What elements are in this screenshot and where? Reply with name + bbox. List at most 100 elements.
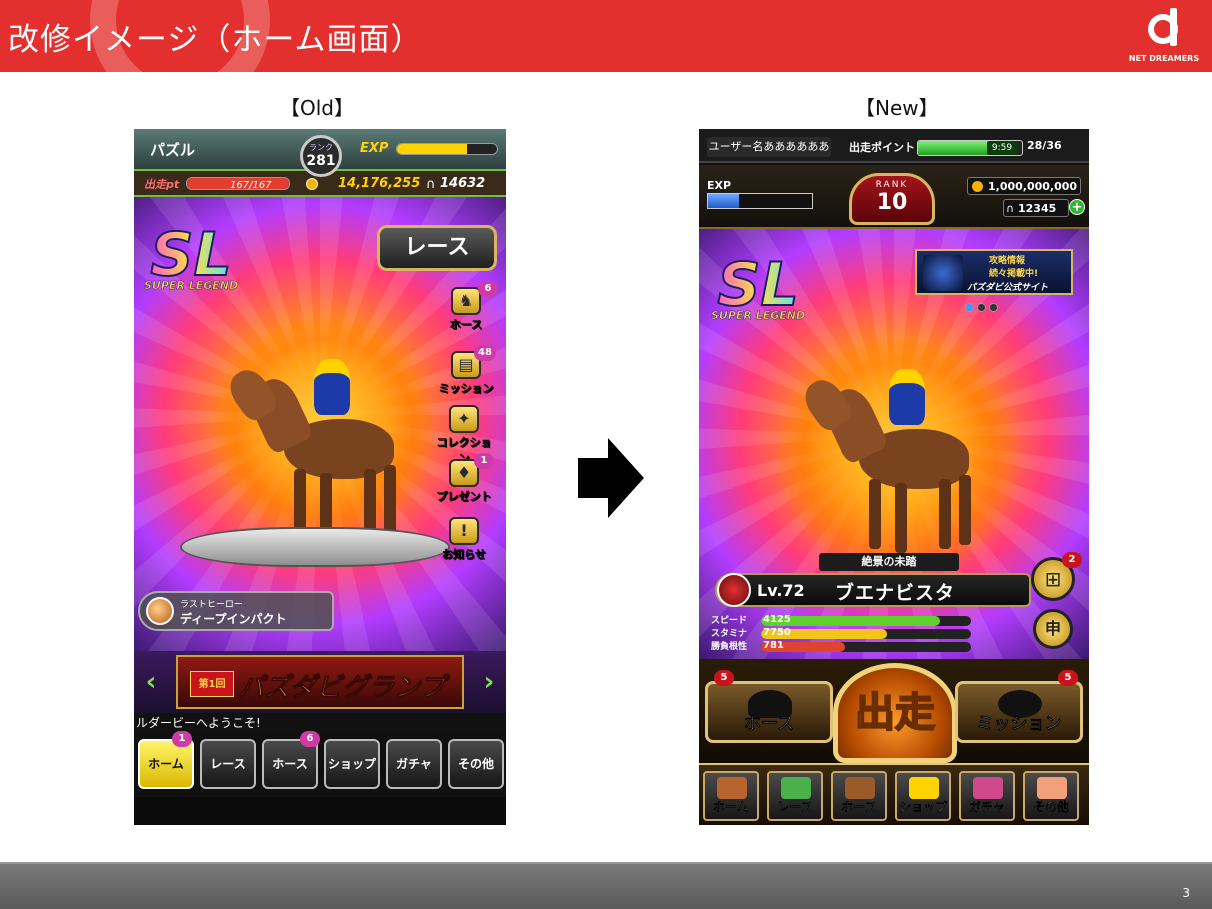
horse-name: ブエナビスタ	[835, 582, 956, 604]
old-horse-illustration	[222, 359, 424, 549]
old-present-button[interactable]: ♦ プレゼント 1	[432, 453, 496, 504]
old-tab-horse[interactable]: ホース 6	[262, 731, 320, 789]
stat-label: スタミナ	[711, 629, 748, 639]
horse-icon	[845, 777, 875, 799]
last-hero-name: ディープインパクト	[180, 612, 287, 626]
mission-button-badge: 5	[1058, 670, 1078, 686]
present-button[interactable]: ⊞ 2	[1031, 552, 1082, 601]
old-tab-shop[interactable]: ショップ	[324, 739, 380, 789]
new-horseshoe-box: ∩ 12345	[1003, 199, 1069, 217]
new-logo-sub: SUPER LEGEND	[711, 309, 806, 323]
pager-dot[interactable]	[965, 303, 974, 312]
old-home-screen: パズル EXP ランク 281 出走pt 167/167 14,176,255 …	[134, 129, 506, 825]
house-icon	[717, 777, 747, 799]
gacha-icon	[973, 777, 1003, 799]
horseshoe-icon: ∩	[426, 177, 436, 192]
horse-leg	[895, 483, 907, 553]
horseshoe-icon	[909, 777, 939, 799]
old-last-hero-panel[interactable]: ラストヒーロー ディープインパクト	[138, 591, 334, 631]
horse-leg	[959, 475, 971, 545]
slide-footer: 3	[0, 862, 1212, 909]
new-tab-shop[interactable]: ショップ	[895, 771, 951, 821]
tab-label: ホーム	[713, 800, 749, 814]
new-coin-box: 1,000,000,000	[967, 177, 1081, 195]
new-home-screen: ユーザー名ああああああ 出走ポイント 9:59 28/36 EXP RANK 1…	[699, 129, 1089, 825]
old-tab-other[interactable]: その他	[448, 739, 504, 789]
horse-type-icon	[717, 573, 751, 607]
horse-leg	[939, 479, 951, 549]
chevron-right-icon[interactable]: ›	[478, 667, 500, 697]
slide: 改修イメージ（ホーム画面） NET DREAMERS 【Old】 【New】 パ…	[0, 0, 1212, 909]
tab-label: ショップ	[898, 800, 947, 814]
tab-label: ホース	[272, 757, 308, 771]
old-player-name: パズル	[150, 141, 196, 159]
new-horse-illustration	[797, 369, 999, 559]
new-horse-button[interactable]: ホース 5	[705, 670, 833, 743]
old-exp-bar	[396, 143, 498, 155]
old-pt-label: 出走pt	[144, 178, 180, 191]
new-sl-logo: SL SUPER LEGEND	[711, 254, 806, 323]
race-button-label: レース	[404, 235, 470, 260]
tab-label: その他	[1032, 800, 1069, 814]
new-mission-button[interactable]: ミッション 5	[955, 670, 1083, 743]
tab-label: ホーム	[148, 757, 184, 771]
stat-label: スピード	[711, 616, 748, 626]
new-tab-home[interactable]: ホーム	[703, 771, 759, 821]
tab-label: ガチャ	[396, 757, 432, 771]
go-race-button[interactable]: 出走	[833, 663, 957, 763]
last-hero-avatar	[146, 597, 174, 625]
old-mission-badge: 48	[474, 345, 496, 361]
stat-bar	[761, 616, 971, 626]
old-event-banner[interactable]: 第1回 パズダビグランプリ	[176, 655, 464, 741]
banner-number: 第1回	[190, 671, 234, 697]
stat-bar	[761, 642, 971, 652]
old-tab-home-badge: 1	[172, 731, 192, 747]
new-status-bar: ユーザー名ああああああ 出走ポイント 9:59 28/36	[699, 129, 1089, 163]
stat-value: 781	[763, 640, 784, 651]
old-rank-value: 281	[306, 153, 336, 169]
jockey	[889, 369, 925, 425]
horse-leg	[869, 479, 881, 549]
old-horseshoe-count: 14632	[440, 176, 486, 191]
old-pt-value: 167/167	[230, 180, 272, 191]
collection-icon: ✦	[449, 405, 479, 433]
old-bottom-strip	[134, 797, 506, 825]
new-tab-race[interactable]: レース	[767, 771, 823, 821]
characters-icon	[1037, 777, 1067, 799]
new-tab-bar: ホーム レース ホース ショップ ガチャ その他	[699, 763, 1089, 825]
new-rank-value: 10	[876, 190, 908, 215]
notice-button[interactable]: 申	[1033, 609, 1073, 649]
old-horse-button[interactable]: ♞ ホース 6	[434, 281, 498, 332]
new-stamina-label: 出走ポイント	[849, 141, 915, 154]
old-exp-label: EXP	[360, 141, 389, 156]
promo-pager-dots[interactable]	[965, 297, 1001, 316]
chevron-left-icon[interactable]: ‹	[140, 667, 162, 697]
old-tab-home[interactable]: ホーム 1	[138, 731, 194, 789]
company-logo: NET DREAMERS	[1129, 8, 1200, 66]
promo-line-3: パズダビ公式サイト	[967, 283, 1049, 293]
old-label: 【Old】	[280, 96, 354, 120]
promo-line-1: 攻略情報	[989, 256, 1026, 266]
old-tab-race[interactable]: レース	[200, 739, 256, 789]
old-banner-row: ‹ 第1回 パズダビグランプリ ›	[134, 651, 506, 741]
new-tab-other[interactable]: その他	[1023, 771, 1079, 821]
promo-banner[interactable]: 攻略情報 続々掲載中! パズダビ公式サイト	[915, 249, 1073, 295]
old-mission-button[interactable]: ▤ ミッション 48	[434, 345, 498, 396]
pager-dot[interactable]	[989, 303, 998, 312]
old-horse-badge: 6	[478, 281, 498, 297]
new-tab-gacha[interactable]: ガチャ	[959, 771, 1015, 821]
old-race-button[interactable]: レース	[377, 225, 497, 271]
slide-header: 改修イメージ（ホーム画面） NET DREAMERS	[0, 0, 1212, 72]
old-notice-button[interactable]: ! お知らせ	[432, 517, 496, 562]
page-number: 3	[1182, 886, 1190, 900]
new-exp-fill	[708, 194, 740, 208]
old-tab-gacha[interactable]: ガチャ	[386, 739, 442, 789]
new-horseshoe-count: 12345	[1018, 202, 1057, 215]
new-tab-horse[interactable]: ホース	[831, 771, 887, 821]
present-badge: 2	[1062, 552, 1082, 568]
horse-icon: ♞	[451, 287, 481, 315]
pager-dot[interactable]	[977, 303, 986, 312]
tab-label: ショップ	[327, 757, 376, 771]
add-currency-button[interactable]: +	[1069, 199, 1085, 215]
old-rank-badge: ランク 281	[300, 135, 342, 177]
